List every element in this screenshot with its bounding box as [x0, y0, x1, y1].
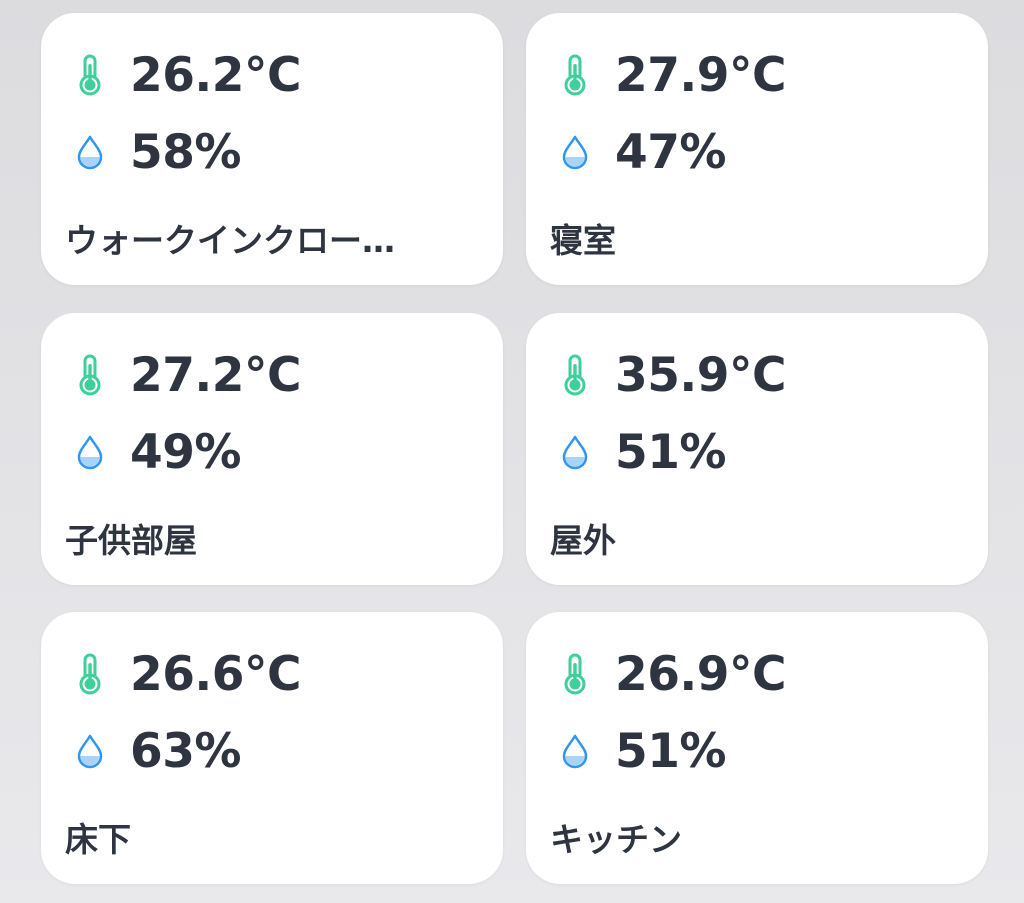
temperature-value: 35.9°C [615, 347, 786, 403]
sensor-card[interactable]: 26.2°C 58% ウォークインクロー… [41, 13, 503, 285]
thermometer-icon [559, 652, 591, 696]
humidity-value: 47% [615, 124, 727, 180]
water-drop-icon [74, 130, 106, 174]
room-name: 寝室 [550, 221, 616, 260]
temperature-value: 26.6°C [130, 646, 301, 702]
room-name: ウォークインクロー… [65, 221, 395, 260]
thermometer-icon [559, 53, 591, 97]
temperature-value: 27.9°C [615, 47, 786, 103]
humidity-value: 49% [130, 424, 242, 480]
temperature-row: 26.9°C [559, 644, 786, 704]
temperature-row: 26.2°C [74, 45, 301, 105]
thermometer-icon [74, 353, 106, 397]
room-name: 子供部屋 [65, 521, 197, 560]
sensor-card[interactable]: 27.2°C 49% 子供部屋 [41, 313, 503, 585]
water-drop-icon [74, 430, 106, 474]
thermometer-icon [559, 353, 591, 397]
room-name: 屋外 [550, 521, 616, 560]
room-name: 床下 [65, 820, 131, 859]
humidity-row: 47% [559, 122, 727, 182]
temperature-row: 27.2°C [74, 345, 301, 405]
thermometer-icon [74, 652, 106, 696]
water-drop-icon [559, 130, 591, 174]
water-drop-icon [559, 729, 591, 773]
humidity-row: 63% [74, 721, 242, 781]
temperature-row: 27.9°C [559, 45, 786, 105]
humidity-value: 58% [130, 124, 242, 180]
temperature-row: 35.9°C [559, 345, 786, 405]
sensor-card[interactable]: 35.9°C 51% 屋外 [526, 313, 988, 585]
humidity-value: 51% [615, 723, 727, 779]
humidity-value: 63% [130, 723, 242, 779]
temperature-row: 26.6°C [74, 644, 301, 704]
water-drop-icon [74, 729, 106, 773]
temperature-value: 26.2°C [130, 47, 301, 103]
room-name: キッチン [550, 820, 682, 859]
humidity-row: 51% [559, 422, 727, 482]
sensor-card[interactable]: 27.9°C 47% 寝室 [526, 13, 988, 285]
water-drop-icon [559, 430, 591, 474]
thermometer-icon [74, 53, 106, 97]
temperature-value: 26.9°C [615, 646, 786, 702]
temperature-value: 27.2°C [130, 347, 301, 403]
humidity-row: 51% [559, 721, 727, 781]
sensor-card[interactable]: 26.6°C 63% 床下 [41, 612, 503, 884]
humidity-row: 49% [74, 422, 242, 482]
humidity-value: 51% [615, 424, 727, 480]
sensor-card[interactable]: 26.9°C 51% キッチン [526, 612, 988, 884]
humidity-row: 58% [74, 122, 242, 182]
